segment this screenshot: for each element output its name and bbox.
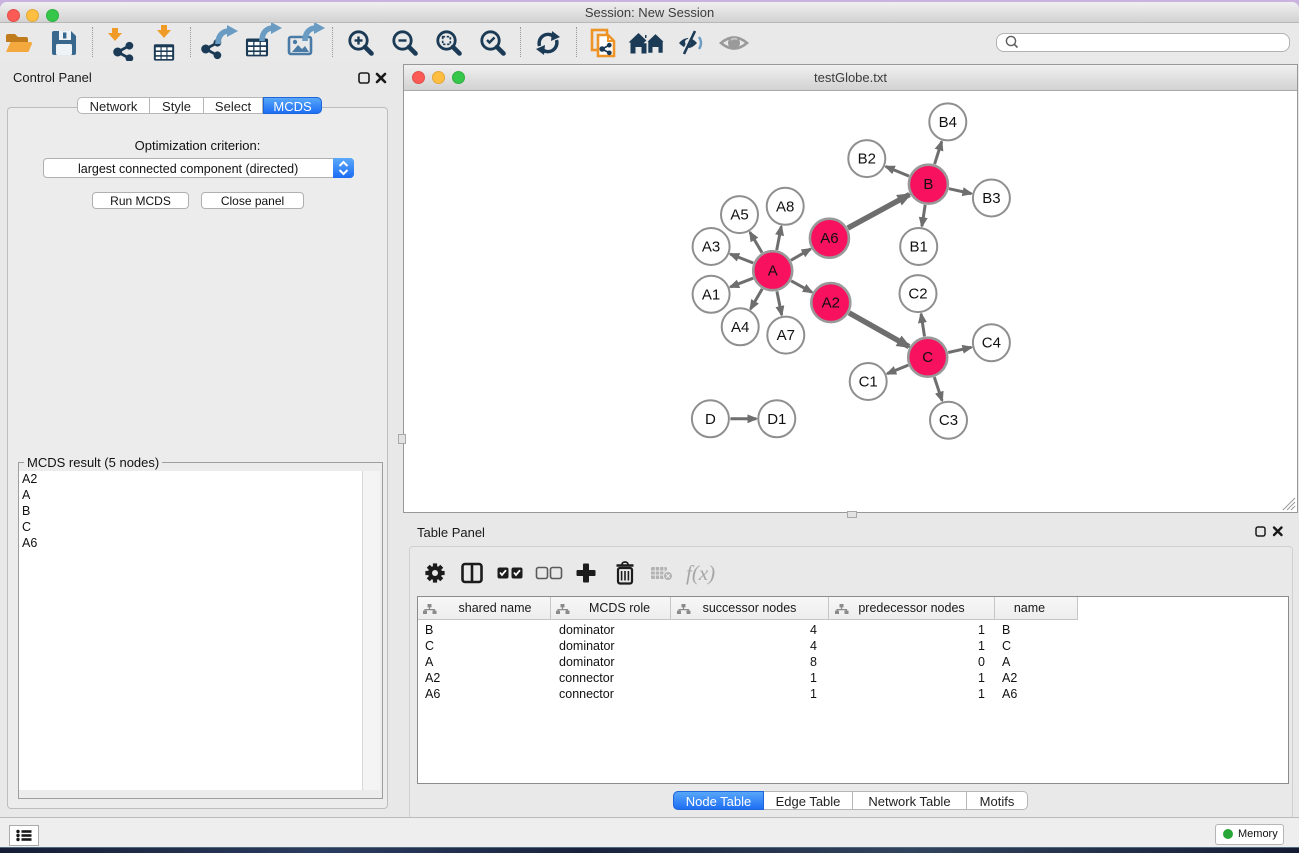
svg-text:B2: B2 — [858, 151, 876, 168]
svg-text:C3: C3 — [939, 412, 958, 429]
svg-text:A7: A7 — [777, 327, 795, 344]
svg-text:A2: A2 — [822, 295, 840, 312]
svg-text:A1: A1 — [702, 286, 720, 303]
svg-text:A6: A6 — [820, 230, 838, 247]
svg-text:C: C — [922, 349, 933, 366]
svg-text:C4: C4 — [982, 335, 1001, 352]
svg-text:A8: A8 — [776, 198, 794, 215]
svg-text:B4: B4 — [939, 114, 957, 131]
svg-text:B: B — [923, 176, 933, 193]
svg-text:B3: B3 — [982, 190, 1000, 207]
svg-text:A5: A5 — [730, 207, 748, 224]
svg-text:D1: D1 — [767, 411, 786, 428]
svg-text:C1: C1 — [859, 374, 878, 391]
svg-text:B1: B1 — [910, 239, 928, 256]
svg-text:A: A — [768, 263, 778, 280]
svg-text:D: D — [705, 411, 716, 428]
svg-text:C2: C2 — [908, 286, 927, 303]
svg-text:A4: A4 — [731, 319, 749, 336]
svg-text:f(x): f(x) — [686, 561, 715, 585]
svg-text:A3: A3 — [702, 239, 720, 256]
